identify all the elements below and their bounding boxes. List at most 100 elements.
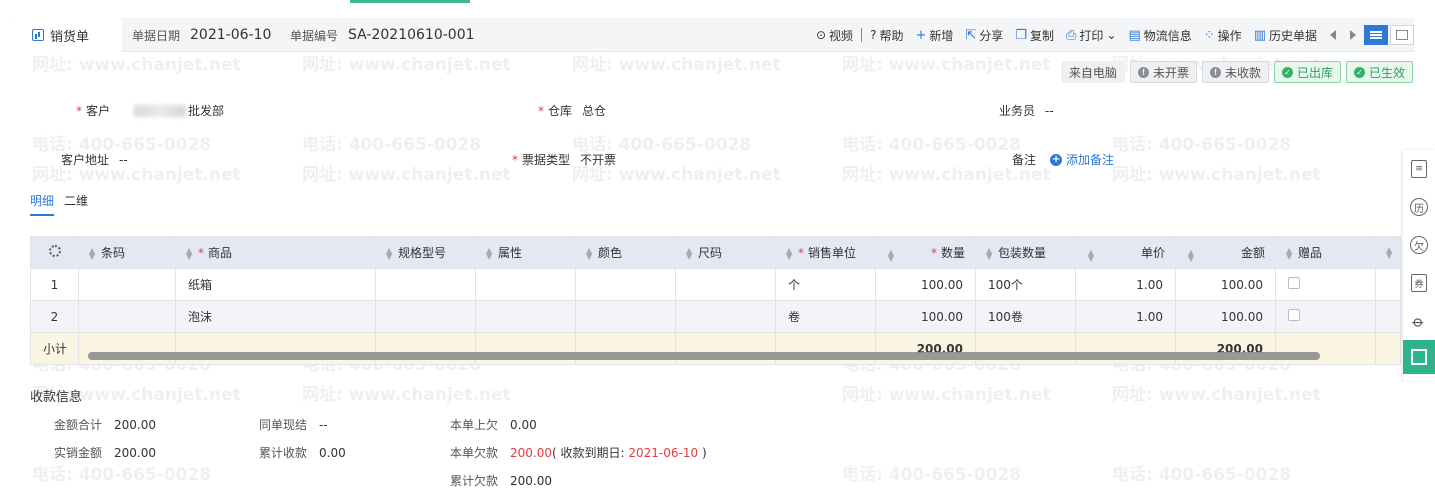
watermark-phone: 电话: 400-665-0028	[842, 465, 1022, 485]
note-label: 备注	[1012, 153, 1037, 167]
cash-settle: 同单现结 --	[259, 416, 328, 433]
col-extra[interactable]: ▲ ▼	[1375, 236, 1401, 269]
cell-price[interactable]: 1.00	[1075, 300, 1176, 333]
plus-circle-icon: +	[1050, 153, 1063, 166]
status-bar: 来自电脑 ! 未开票 ! 未收款 ✓ 已出库 ✓ 已生效	[1060, 61, 1413, 83]
col-barcode[interactable]: ▲ ▼ 条码	[78, 236, 176, 269]
horizontal-scrollbar[interactable]	[88, 352, 1320, 360]
cell-amount[interactable]: 100.00	[1175, 268, 1276, 301]
cell-qty[interactable]: 100.00	[875, 300, 976, 333]
payment-total-label: 金额合计	[54, 418, 103, 432]
new-button[interactable]: + 新增	[910, 18, 958, 52]
col-spec[interactable]: ▲ ▼ 规格型号	[375, 236, 476, 269]
help-icon: ?	[870, 28, 877, 42]
card-view-button[interactable]	[1390, 25, 1414, 45]
customer-field[interactable]: * 客户 批发部	[76, 102, 224, 119]
col-label: 颜色	[598, 246, 623, 260]
cell-amount[interactable]: 100.00	[1175, 300, 1276, 333]
bill-type-field[interactable]: * 票据类型 不开票	[512, 151, 616, 168]
col-size[interactable]: ▲ ▼ 尺码	[675, 236, 776, 269]
sidebar-item-owe[interactable]: 欠	[1403, 226, 1435, 264]
table-row[interactable]: 2 泡沫 卷 100.00 100卷 1.00 100.00	[30, 300, 1401, 333]
sort-icon: ▲ ▼	[186, 245, 193, 261]
col-unit[interactable]: ▲ ▼ * 销售单位	[775, 236, 876, 269]
due-date: 2021-06-10	[628, 446, 699, 460]
actual-amount: 实销金额 200.00	[54, 444, 156, 461]
sort-icon: ▲ ▼	[1187, 247, 1194, 263]
col-amount[interactable]: ▲ ▼ 金额	[1175, 236, 1276, 269]
table-header-row: ▲ ▼ 条码 ▲ ▼ * 商品 ▲ ▼ 规格型号 ▲ ▼ 属性 ▲ ▼ 颜色 ▲ ▼ 尺码 ▲ ▼ * 销售单位…	[30, 236, 1401, 269]
print-button[interactable]: ⎙ 打印 ⌄	[1061, 18, 1121, 52]
cell-price[interactable]: 1.00	[1075, 268, 1176, 301]
next-arrow-icon[interactable]	[1350, 30, 1356, 40]
col-pack[interactable]: ▲ ▼ 包装数量	[975, 236, 1076, 269]
cell-product[interactable]: 泡沫	[175, 300, 376, 333]
cell-gift	[1275, 300, 1376, 333]
cell-barcode[interactable]	[78, 268, 176, 301]
history-button[interactable]: ▥ 历史单据	[1249, 18, 1322, 52]
gift-checkbox[interactable]	[1288, 277, 1300, 289]
salesman-field[interactable]: 业务员 --	[999, 102, 1054, 119]
cell-color[interactable]	[575, 300, 676, 333]
invoice-status-badge: ! 未开票	[1129, 61, 1197, 83]
right-sidebar: ≡ 历 欠 券 ⌀	[1403, 150, 1435, 380]
copy-button[interactable]: ❐ 复制	[1010, 18, 1059, 52]
cell-size[interactable]	[675, 300, 776, 333]
col-attr[interactable]: ▲ ▼ 属性	[475, 236, 576, 269]
cell-pack[interactable]: 100卷	[975, 300, 1076, 333]
col-qty[interactable]: ▲ ▼ * 数量	[875, 236, 976, 269]
sort-icon: ▲ ▼	[386, 245, 393, 261]
col-label: 规格型号	[398, 246, 447, 260]
column-settings[interactable]	[30, 236, 79, 269]
cell-size[interactable]	[675, 268, 776, 301]
video-button[interactable]: ⊙ 视频	[811, 18, 858, 52]
col-color[interactable]: ▲ ▼ 颜色	[575, 236, 676, 269]
redacted-text	[134, 104, 187, 117]
sidebar-item-memo[interactable]: ≡	[1403, 150, 1435, 188]
due-prefix: ( 收款到期日:	[552, 446, 629, 460]
cell-product[interactable]: 纸箱	[175, 268, 376, 301]
cell-attr[interactable]	[475, 300, 576, 333]
logistics-button[interactable]: ▤ 物流信息	[1123, 18, 1196, 52]
cell-pack[interactable]: 100个	[975, 268, 1076, 301]
watermark-site: 网址: www.chanjet.net	[302, 385, 511, 405]
operate-label: 操作	[1217, 28, 1242, 43]
add-note-label: 添加备注	[1066, 153, 1115, 167]
sidebar-item-coupon[interactable]: 券	[1403, 264, 1435, 302]
warehouse-field[interactable]: * 仓库 总仓	[538, 102, 606, 119]
table-row[interactable]: 1 纸箱 个 100.00 100个 1.00 100.00	[30, 268, 1401, 301]
sidebar-item-attachment[interactable]: ⌀	[1403, 302, 1435, 340]
cell-unit[interactable]: 个	[775, 268, 876, 301]
watermark-site: 网址: www.chanjet.net	[572, 55, 781, 75]
tab-detail[interactable]: 明细	[30, 192, 55, 216]
col-gift[interactable]: ▲ ▼ 赠品	[1275, 236, 1376, 269]
list-view-button[interactable]	[1364, 25, 1388, 45]
cell-spec[interactable]	[375, 300, 476, 333]
cell-color[interactable]	[575, 268, 676, 301]
sidebar-item-expand[interactable]	[1403, 340, 1435, 374]
operate-button[interactable]: ⁘ 操作	[1199, 18, 1247, 52]
info-icon: !	[1137, 66, 1149, 78]
top-accent-line	[350, 0, 470, 3]
address-field[interactable]: 客户地址 --	[61, 151, 128, 168]
document-icon: ▥	[1253, 27, 1266, 43]
cell-unit[interactable]: 卷	[775, 300, 876, 333]
share-button[interactable]: ⇱ 分享	[960, 18, 1008, 52]
prev-arrow-icon[interactable]	[1330, 30, 1336, 40]
cell-barcode[interactable]	[78, 300, 176, 333]
tab-2d[interactable]: 二维	[64, 192, 88, 216]
help-label: 帮助	[879, 28, 904, 43]
copy-icon: ❐	[1015, 27, 1027, 43]
chart-icon	[32, 29, 44, 41]
cell-attr[interactable]	[475, 268, 576, 301]
col-price[interactable]: ▲ ▼ 单价	[1075, 236, 1176, 269]
gift-checkbox[interactable]	[1288, 309, 1300, 321]
cell-qty[interactable]: 100.00	[875, 268, 976, 301]
cell-spec[interactable]	[375, 268, 476, 301]
add-note-link[interactable]: + 添加备注	[1050, 151, 1114, 168]
help-button[interactable]: ? 帮助	[865, 18, 908, 52]
share-icon: ⇱	[965, 27, 977, 43]
sidebar-item-history[interactable]: 历	[1403, 188, 1435, 226]
tab-sales-order[interactable]: 销货单	[14, 18, 122, 52]
col-product[interactable]: ▲ ▼ * 商品	[175, 236, 376, 269]
